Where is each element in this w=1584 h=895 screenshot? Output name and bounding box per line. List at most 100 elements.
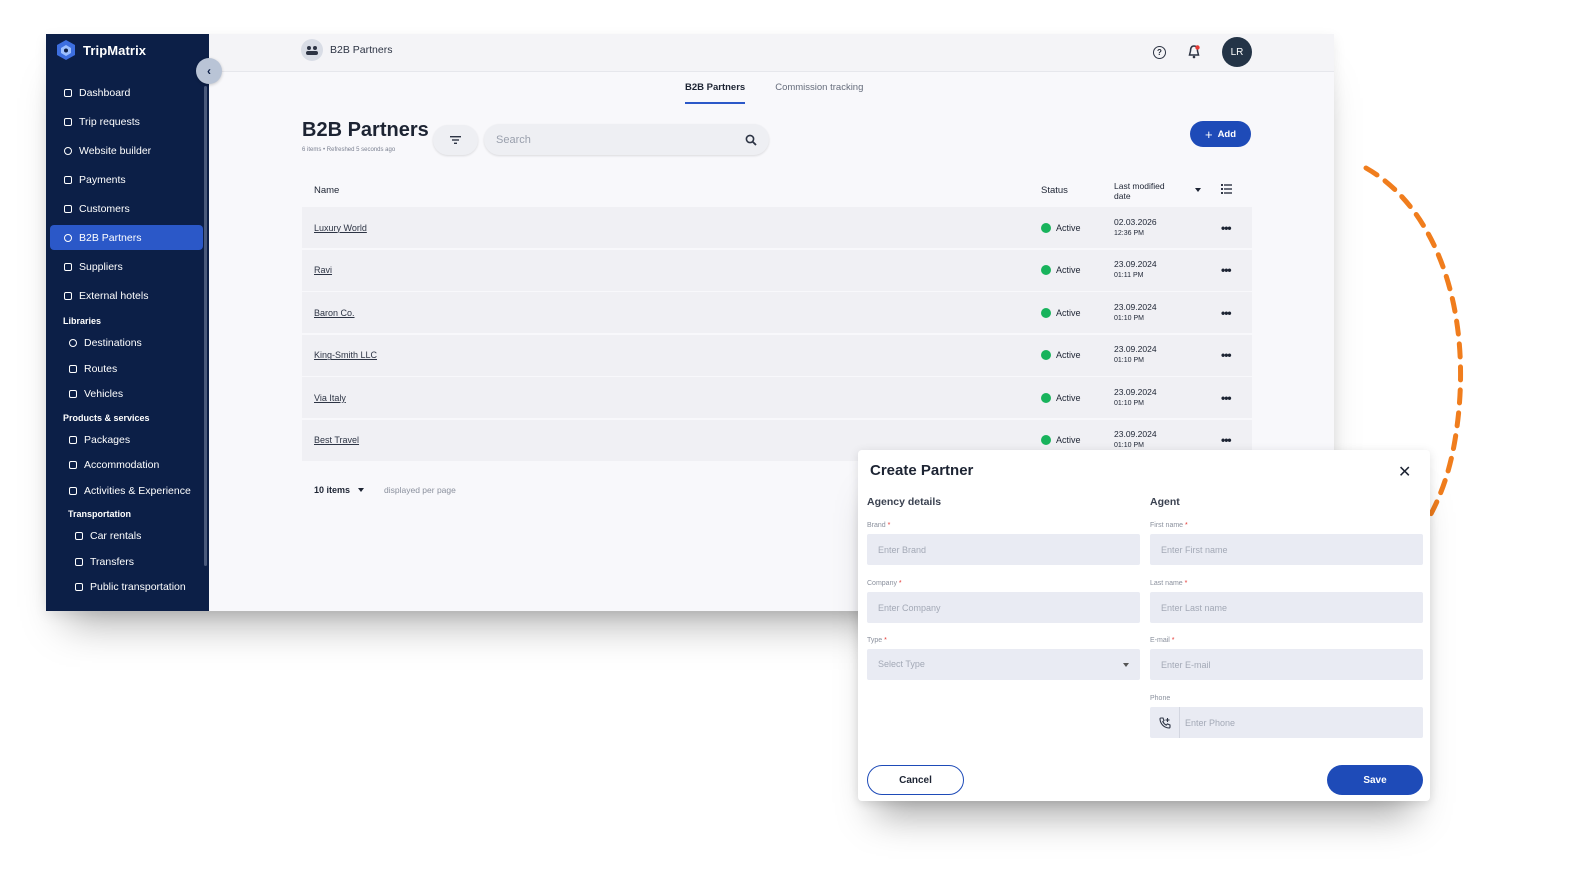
sidebar-section-transportation: Transportation	[68, 509, 132, 519]
destinations-icon	[68, 339, 77, 348]
sidebar-item-suppliers[interactable]: Suppliers	[50, 254, 203, 279]
brand[interactable]: TripMatrix	[56, 39, 146, 61]
email-field[interactable]	[1150, 649, 1423, 680]
partner-name-link[interactable]: King-Smith LLC	[314, 350, 377, 360]
sidebar-item-dashboard[interactable]: Dashboard	[50, 80, 203, 105]
brand-field[interactable]	[867, 534, 1140, 565]
company-label-text: Company	[867, 580, 897, 587]
status-text: Active	[1056, 222, 1081, 233]
search-icon[interactable]	[745, 134, 757, 146]
tab-commission-tracking[interactable]: Commission tracking	[775, 82, 863, 104]
sidebar-item-public-transportation[interactable]: Public transportation	[50, 576, 203, 598]
table-row[interactable]: Baron Co. Active 23.09.2024 01:10 PM •••	[302, 292, 1252, 334]
notification-bell-icon[interactable]	[1188, 45, 1200, 59]
tab-b2b-partners[interactable]: B2B Partners	[685, 82, 746, 104]
sidebar-item-trip-requests[interactable]: Trip requests	[50, 109, 203, 134]
table-row[interactable]: Via Italy Active 23.09.2024 01:10 PM •••	[302, 377, 1252, 419]
sidebar-item-external-hotels[interactable]: External hotels	[50, 283, 203, 308]
date-text: 23.09.2024	[1114, 301, 1157, 312]
phone-icon[interactable]	[1150, 707, 1180, 738]
phone-field[interactable]	[1180, 717, 1307, 728]
sidebar-scrollbar[interactable]	[204, 86, 207, 566]
more-options-icon[interactable]: •••	[1221, 348, 1232, 362]
partner-name-link[interactable]: Best Travel	[314, 435, 359, 445]
company-field[interactable]	[867, 592, 1140, 623]
user-avatar[interactable]: LR	[1222, 37, 1252, 67]
sidebar-item-destinations[interactable]: Destinations	[50, 332, 203, 354]
brand-name: TripMatrix	[83, 42, 147, 58]
sidebar-item-label: Dashboard	[79, 86, 131, 99]
cancel-button[interactable]: Cancel	[867, 765, 964, 795]
tripmatrix-logo-icon	[57, 40, 75, 60]
partner-name-link[interactable]: Luxury World	[314, 223, 367, 233]
sidebar-item-transfers[interactable]: Transfers	[50, 551, 203, 573]
column-header-status[interactable]: Status	[1041, 185, 1068, 196]
more-options-icon[interactable]: •••	[1221, 306, 1232, 320]
sidebar-item-label: Routes	[84, 362, 118, 375]
column-settings-icon[interactable]	[1221, 184, 1232, 194]
modified-date: 23.09.2024 01:10 PM	[1114, 429, 1157, 451]
search-input[interactable]	[496, 133, 716, 146]
items-per-page-label: displayed per page	[384, 485, 456, 495]
sidebar-item-payments[interactable]: Payments	[50, 167, 203, 192]
required-mark: *	[887, 522, 891, 529]
sidebar-nav: Dashboard Trip requests Website builder …	[50, 80, 203, 602]
close-icon[interactable]: ✕	[1398, 462, 1411, 482]
status-dot-icon	[1041, 435, 1051, 446]
sidebar-item-label: Website builder	[79, 144, 152, 157]
partner-name-link[interactable]: Via Italy	[314, 393, 346, 403]
status-badge: Active	[1041, 392, 1081, 403]
sidebar-item-website-builder[interactable]: Website builder	[50, 138, 203, 163]
add-button[interactable]: + Add	[1190, 121, 1251, 147]
partner-name-link[interactable]: Ravi	[314, 265, 332, 275]
more-options-icon[interactable]: •••	[1221, 221, 1232, 235]
sidebar-item-activities[interactable]: Activities & Experience	[50, 480, 203, 502]
save-button[interactable]: Save	[1327, 765, 1423, 795]
sidebar-item-routes[interactable]: Routes	[50, 358, 203, 380]
type-label-text: Type	[867, 637, 883, 644]
filter-icon	[450, 136, 461, 144]
phone-field-wrapper	[1150, 707, 1423, 738]
sidebar-item-vehicles[interactable]: Vehicles	[50, 383, 203, 405]
routes-icon	[68, 364, 77, 373]
sidebar-item-accommodation[interactable]: Accommodation	[50, 454, 203, 476]
required-mark: *	[1184, 580, 1188, 587]
filter-button[interactable]	[433, 125, 478, 155]
sidebar-item-packages[interactable]: Packages	[50, 429, 203, 451]
first-name-label-text: First name	[1150, 522, 1184, 529]
date-text: 23.09.2024	[1114, 429, 1157, 440]
add-button-label: Add	[1217, 128, 1237, 140]
table-row[interactable]: King-Smith LLC Active 23.09.2024 01:10 PM…	[302, 334, 1252, 376]
items-per-page-select[interactable]: 10 items	[314, 485, 365, 495]
sidebar-item-car-rentals[interactable]: Car rentals	[50, 525, 203, 547]
plus-icon: +	[1204, 126, 1213, 142]
status-dot-icon	[1041, 350, 1051, 361]
modal-title: Create Partner	[870, 462, 974, 479]
external-hotels-icon	[63, 291, 72, 300]
table-row[interactable]: Ravi Active 23.09.2024 01:11 PM •••	[302, 249, 1252, 291]
more-options-icon[interactable]: •••	[1221, 263, 1232, 277]
status-text: Active	[1056, 392, 1081, 403]
create-partner-modal: Create Partner ✕ Agency details Agent Br…	[858, 450, 1430, 801]
dashboard-icon	[63, 88, 72, 97]
more-options-icon[interactable]: •••	[1221, 391, 1232, 405]
sidebar-item-b2b-partners[interactable]: B2B Partners	[50, 225, 203, 250]
sort-caret-icon[interactable]	[1195, 188, 1201, 192]
sidebar-collapse-button[interactable]: ‹	[196, 58, 222, 84]
pagination: 10 items displayed per page	[314, 485, 456, 495]
sidebar-item-customers[interactable]: Customers	[50, 196, 203, 221]
last-name-field[interactable]	[1150, 592, 1423, 623]
column-header-name[interactable]: Name	[314, 185, 339, 196]
column-header-modified[interactable]: Last modified date	[1114, 181, 1176, 201]
tab-bar: B2B Partners Commission tracking	[685, 82, 863, 104]
type-select[interactable]: Select Type	[867, 649, 1140, 680]
time-text: 12:36 PM	[1114, 229, 1144, 237]
chevron-down-icon	[358, 488, 365, 492]
help-icon[interactable]: ?	[1153, 45, 1166, 59]
first-name-field[interactable]	[1150, 534, 1423, 565]
table-row[interactable]: Luxury World Active 02.03.2026 12:36 PM •…	[302, 207, 1252, 248]
accommodation-icon	[68, 461, 77, 470]
more-options-icon[interactable]: •••	[1221, 433, 1232, 447]
partner-name-link[interactable]: Baron Co.	[314, 308, 355, 318]
required-mark: *	[1185, 522, 1188, 529]
